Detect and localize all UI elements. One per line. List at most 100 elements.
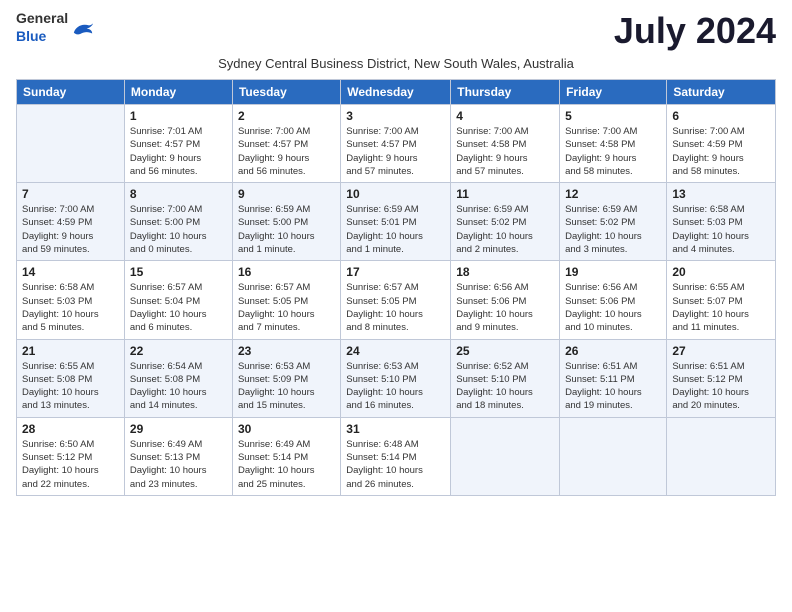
- day-number: 1: [130, 109, 227, 123]
- header-thursday: Thursday: [451, 80, 560, 105]
- calendar-week-row: 28Sunrise: 6:50 AM Sunset: 5:12 PM Dayli…: [17, 417, 776, 495]
- day-detail: Sunrise: 6:53 AM Sunset: 5:10 PM Dayligh…: [346, 360, 445, 413]
- day-number: 9: [238, 187, 335, 201]
- day-detail: Sunrise: 7:00 AM Sunset: 4:58 PM Dayligh…: [565, 125, 661, 178]
- calendar-cell: 12Sunrise: 6:59 AM Sunset: 5:02 PM Dayli…: [560, 183, 667, 261]
- calendar-cell: 9 Sunrise: 6:59 AM Sunset: 5:00 PM Daylig…: [232, 183, 340, 261]
- day-number: 7: [22, 187, 119, 201]
- page-header: General Blue July 2024: [16, 10, 776, 52]
- calendar-cell: 13 Sunrise: 6:58 AM Sunset: 5:03 PM Dayli…: [667, 183, 776, 261]
- day-number: 16: [238, 265, 335, 279]
- day-number: 6: [672, 109, 770, 123]
- calendar-cell: 29 Sunrise: 6:49 AM Sunset: 5:13 PM Dayli…: [124, 417, 232, 495]
- day-number: 17: [346, 265, 445, 279]
- calendar-cell: 24Sunrise: 6:53 AM Sunset: 5:10 PM Dayli…: [341, 339, 451, 417]
- calendar-cell: 15 Sunrise: 6:57 AM Sunset: 5:04 PM Dayli…: [124, 261, 232, 339]
- day-detail: Sunrise: 6:58 AM Sunset: 5:03 PM Dayligh…: [672, 203, 770, 256]
- calendar-cell: 14Sunrise: 6:58 AM Sunset: 5:03 PM Dayli…: [17, 261, 125, 339]
- day-detail: Sunrise: 6:59 AM Sunset: 5:02 PM Dayligh…: [456, 203, 554, 256]
- day-detail: Sunrise: 7:00 AM Sunset: 4:57 PM Dayligh…: [346, 125, 445, 178]
- day-number: 26: [565, 344, 661, 358]
- calendar-cell: [560, 417, 667, 495]
- day-number: 5: [565, 109, 661, 123]
- day-detail: Sunrise: 6:57 AM Sunset: 5:05 PM Dayligh…: [346, 281, 445, 334]
- logo-bird-icon: [72, 19, 94, 37]
- day-number: 21: [22, 344, 119, 358]
- day-number: 11: [456, 187, 554, 201]
- header-saturday: Saturday: [667, 80, 776, 105]
- calendar-cell: 28Sunrise: 6:50 AM Sunset: 5:12 PM Dayli…: [17, 417, 125, 495]
- day-detail: Sunrise: 6:59 AM Sunset: 5:01 PM Dayligh…: [346, 203, 445, 256]
- day-number: 29: [130, 422, 227, 436]
- subtitle: Sydney Central Business District, New So…: [16, 56, 776, 71]
- calendar-week-row: 21 Sunrise: 6:55 AM Sunset: 5:08 PM Dayli…: [17, 339, 776, 417]
- calendar-cell: 5 Sunrise: 7:00 AM Sunset: 4:58 PM Daylig…: [560, 105, 667, 183]
- day-number: 3: [346, 109, 445, 123]
- calendar-cell: 16 Sunrise: 6:57 AM Sunset: 5:05 PM Dayli…: [232, 261, 340, 339]
- calendar-cell: [17, 105, 125, 183]
- day-number: 18: [456, 265, 554, 279]
- day-detail: Sunrise: 6:54 AM Sunset: 5:08 PM Dayligh…: [130, 360, 227, 413]
- header-tuesday: Tuesday: [232, 80, 340, 105]
- day-number: 27: [672, 344, 770, 358]
- calendar-cell: 1 Sunrise: 7:01 AM Sunset: 4:57 PM Daylig…: [124, 105, 232, 183]
- calendar-cell: 18 Sunrise: 6:56 AM Sunset: 5:06 PM Dayli…: [451, 261, 560, 339]
- day-detail: Sunrise: 6:51 AM Sunset: 5:12 PM Dayligh…: [672, 360, 770, 413]
- calendar-cell: 27 Sunrise: 6:51 AM Sunset: 5:12 PM Dayli…: [667, 339, 776, 417]
- day-detail: Sunrise: 7:01 AM Sunset: 4:57 PM Dayligh…: [130, 125, 227, 178]
- calendar-week-row: 7Sunrise: 7:00 AM Sunset: 4:59 PM Daylig…: [17, 183, 776, 261]
- day-detail: Sunrise: 6:49 AM Sunset: 5:13 PM Dayligh…: [130, 438, 227, 491]
- calendar-table: SundayMondayTuesdayWednesdayThursdayFrid…: [16, 79, 776, 496]
- calendar-cell: 22 Sunrise: 6:54 AM Sunset: 5:08 PM Dayli…: [124, 339, 232, 417]
- day-number: 15: [130, 265, 227, 279]
- day-number: 12: [565, 187, 661, 201]
- calendar-cell: 26 Sunrise: 6:51 AM Sunset: 5:11 PM Dayli…: [560, 339, 667, 417]
- logo-general-text: General Blue: [16, 10, 68, 46]
- day-number: 23: [238, 344, 335, 358]
- header-wednesday: Wednesday: [341, 80, 451, 105]
- calendar-cell: 2 Sunrise: 7:00 AM Sunset: 4:57 PM Daylig…: [232, 105, 340, 183]
- day-detail: Sunrise: 6:56 AM Sunset: 5:06 PM Dayligh…: [456, 281, 554, 334]
- day-number: 28: [22, 422, 119, 436]
- calendar-cell: [667, 417, 776, 495]
- day-detail: Sunrise: 6:53 AM Sunset: 5:09 PM Dayligh…: [238, 360, 335, 413]
- day-number: 22: [130, 344, 227, 358]
- calendar-cell: 23 Sunrise: 6:53 AM Sunset: 5:09 PM Dayli…: [232, 339, 340, 417]
- calendar-week-row: 1 Sunrise: 7:01 AM Sunset: 4:57 PM Daylig…: [17, 105, 776, 183]
- day-detail: Sunrise: 6:51 AM Sunset: 5:11 PM Dayligh…: [565, 360, 661, 413]
- day-detail: Sunrise: 6:59 AM Sunset: 5:00 PM Dayligh…: [238, 203, 335, 256]
- day-number: 13: [672, 187, 770, 201]
- day-detail: Sunrise: 6:49 AM Sunset: 5:14 PM Dayligh…: [238, 438, 335, 491]
- day-number: 4: [456, 109, 554, 123]
- calendar-cell: 30 Sunrise: 6:49 AM Sunset: 5:14 PM Dayli…: [232, 417, 340, 495]
- day-number: 25: [456, 344, 554, 358]
- calendar-cell: 8Sunrise: 7:00 AM Sunset: 5:00 PM Daylig…: [124, 183, 232, 261]
- calendar-cell: 20Sunrise: 6:55 AM Sunset: 5:07 PM Dayli…: [667, 261, 776, 339]
- calendar-cell: 17 Sunrise: 6:57 AM Sunset: 5:05 PM Dayli…: [341, 261, 451, 339]
- day-detail: Sunrise: 6:57 AM Sunset: 5:04 PM Dayligh…: [130, 281, 227, 334]
- calendar-header-row: SundayMondayTuesdayWednesdayThursdayFrid…: [17, 80, 776, 105]
- day-detail: Sunrise: 6:48 AM Sunset: 5:14 PM Dayligh…: [346, 438, 445, 491]
- calendar-cell: 19Sunrise: 6:56 AM Sunset: 5:06 PM Dayli…: [560, 261, 667, 339]
- calendar-cell: 6 Sunrise: 7:00 AM Sunset: 4:59 PM Daylig…: [667, 105, 776, 183]
- day-detail: Sunrise: 7:00 AM Sunset: 4:59 PM Dayligh…: [672, 125, 770, 178]
- header-sunday: Sunday: [17, 80, 125, 105]
- day-number: 30: [238, 422, 335, 436]
- day-detail: Sunrise: 6:55 AM Sunset: 5:08 PM Dayligh…: [22, 360, 119, 413]
- day-detail: Sunrise: 6:56 AM Sunset: 5:06 PM Dayligh…: [565, 281, 661, 334]
- day-number: 20: [672, 265, 770, 279]
- day-number: 2: [238, 109, 335, 123]
- calendar-cell: 25Sunrise: 6:52 AM Sunset: 5:10 PM Dayli…: [451, 339, 560, 417]
- day-detail: Sunrise: 7:00 AM Sunset: 5:00 PM Dayligh…: [130, 203, 227, 256]
- day-detail: Sunrise: 6:57 AM Sunset: 5:05 PM Dayligh…: [238, 281, 335, 334]
- day-detail: Sunrise: 7:00 AM Sunset: 4:58 PM Dayligh…: [456, 125, 554, 178]
- calendar-cell: 11 Sunrise: 6:59 AM Sunset: 5:02 PM Dayli…: [451, 183, 560, 261]
- calendar-cell: 3 Sunrise: 7:00 AM Sunset: 4:57 PM Daylig…: [341, 105, 451, 183]
- day-detail: Sunrise: 6:58 AM Sunset: 5:03 PM Dayligh…: [22, 281, 119, 334]
- logo: General Blue: [16, 10, 94, 46]
- day-detail: Sunrise: 7:00 AM Sunset: 4:57 PM Dayligh…: [238, 125, 335, 178]
- calendar-cell: 7Sunrise: 7:00 AM Sunset: 4:59 PM Daylig…: [17, 183, 125, 261]
- calendar-cell: 10Sunrise: 6:59 AM Sunset: 5:01 PM Dayli…: [341, 183, 451, 261]
- header-monday: Monday: [124, 80, 232, 105]
- day-number: 31: [346, 422, 445, 436]
